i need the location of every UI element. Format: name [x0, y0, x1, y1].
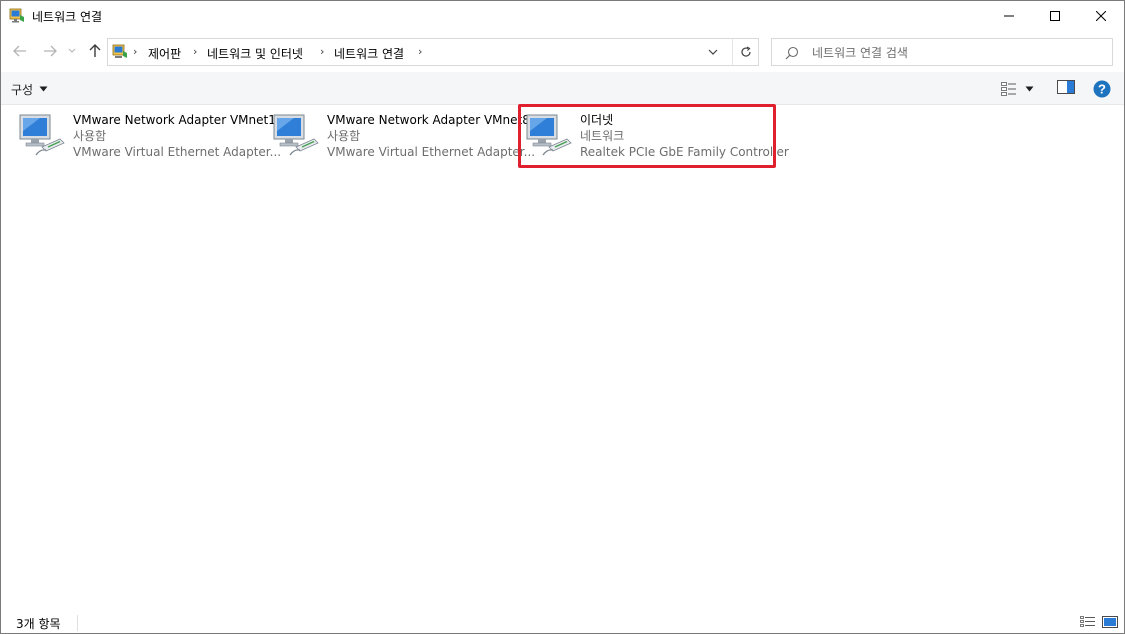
item-status: 사용함 [73, 129, 107, 143]
up-button[interactable] [85, 40, 105, 62]
large-icons-view-icon [1102, 616, 1118, 628]
recent-locations-button[interactable] [65, 40, 79, 62]
title-bar[interactable]: 네트워크 연결 [1, 1, 1124, 32]
breadcrumb-separator-icon[interactable]: › [320, 45, 324, 58]
forward-button[interactable] [40, 40, 60, 62]
list-item-ethernet[interactable]: 이더넷 네트워크 Realtek PCIe GbE Family Control… [525, 105, 789, 169]
breadcrumb-separator-icon[interactable]: › [133, 45, 137, 58]
chevron-down-icon [68, 48, 76, 53]
view-options-icon [1001, 82, 1016, 96]
close-icon [1096, 11, 1106, 21]
refresh-button[interactable] [732, 39, 758, 65]
command-bar: 구성 ? [1, 72, 1124, 105]
network-adapter-icon [18, 111, 68, 161]
item-text: VMware Network Adapter VMnet1 사용함 VMware… [73, 112, 281, 160]
arrow-up-icon [89, 44, 101, 57]
list-item[interactable]: VMware Network Adapter VMnet8 사용함 VMware… [272, 105, 535, 169]
caret-down-icon [1025, 86, 1034, 92]
item-status: 사용함 [327, 129, 361, 143]
change-view-button[interactable] [1001, 79, 1039, 99]
minimize-button[interactable] [986, 1, 1032, 31]
item-name: 이더넷 [580, 113, 614, 127]
help-button[interactable]: ? [1093, 80, 1111, 98]
arrow-right-icon [44, 45, 57, 57]
item-name: VMware Network Adapter VMnet1 [73, 113, 276, 127]
item-device: VMware Virtual Ethernet Adapter... [327, 145, 536, 159]
details-view-icon [1080, 616, 1095, 627]
connections-list: VMware Network Adapter VMnet1 사용함 VMware… [1, 105, 1124, 605]
breadcrumb-network-connections[interactable]: 네트워크 연결 [334, 45, 404, 62]
breadcrumb-control-panel[interactable]: 제어판 [148, 45, 181, 62]
organize-button[interactable]: 구성 [11, 79, 48, 99]
preview-pane-icon [1057, 80, 1075, 94]
back-button[interactable] [10, 40, 30, 62]
address-bar[interactable]: › 제어판 › 네트워크 및 인터넷 › 네트워크 연결 › [107, 38, 759, 66]
organize-label: 구성 [11, 82, 34, 97]
breadcrumb-separator-icon[interactable]: › [193, 45, 197, 58]
window-title: 네트워크 연결 [32, 10, 103, 24]
breadcrumb-separator-icon[interactable]: › [418, 45, 422, 58]
address-history-button[interactable] [704, 44, 722, 60]
minimize-icon [1004, 15, 1014, 17]
search-input[interactable] [812, 43, 1102, 63]
item-device: Realtek PCIe GbE Family Controller [580, 145, 789, 159]
list-item[interactable]: VMware Network Adapter VMnet1 사용함 VMware… [18, 105, 281, 169]
maximize-icon [1050, 11, 1060, 21]
caret-down-icon [39, 86, 48, 92]
item-name: VMware Network Adapter VMnet8 [327, 113, 530, 127]
preview-pane-button[interactable] [1057, 80, 1075, 96]
item-device: VMware Virtual Ethernet Adapter... [73, 145, 282, 159]
status-divider [77, 615, 78, 631]
network-adapter-icon [525, 111, 575, 161]
status-bar: 3개 항목 [1, 611, 1124, 633]
close-button[interactable] [1078, 1, 1124, 31]
item-text: 이더넷 네트워크 Realtek PCIe GbE Family Control… [580, 112, 789, 160]
search-icon [784, 45, 800, 61]
refresh-icon [740, 46, 751, 57]
help-icon: ? [1093, 80, 1111, 98]
item-text: VMware Network Adapter VMnet8 사용함 VMware… [327, 112, 535, 160]
navigation-bar: › 제어판 › 네트워크 및 인터넷 › 네트워크 연결 › [1, 32, 1124, 72]
chevron-down-icon [708, 49, 718, 55]
svg-text:?: ? [1098, 82, 1106, 97]
breadcrumb-network-internet[interactable]: 네트워크 및 인터넷 [207, 45, 303, 62]
control-panel-icon [112, 44, 128, 60]
network-connections-icon [9, 8, 25, 24]
arrow-left-icon [13, 45, 26, 57]
item-count: 3개 항목 [16, 617, 61, 631]
explorer-window: 네트워크 연결 › 제어판 › 네트워크 및 인터넷 › 네트워크 연결 › 네… [0, 0, 1125, 634]
network-adapter-icon [272, 111, 322, 161]
item-status: 네트워크 [580, 129, 625, 143]
search-box[interactable] [771, 38, 1113, 66]
details-view-button[interactable] [1080, 616, 1096, 628]
maximize-button[interactable] [1032, 1, 1078, 31]
large-icons-view-button[interactable] [1102, 616, 1118, 628]
